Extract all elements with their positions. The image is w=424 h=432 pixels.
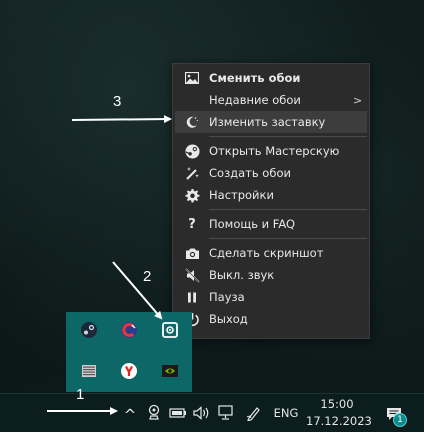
battery-icon[interactable] [168,403,188,423]
magic-wand-icon [175,166,209,181]
keyboard-icon[interactable] [80,362,98,380]
annotation-label-1: 1 [76,386,85,403]
menu-item-label: Настройки [209,188,274,202]
steam-icon [175,143,209,159]
arrow-2 [112,261,163,320]
menu-item-label: Выкл. звук [209,268,275,282]
menu-separator [209,136,367,137]
pause-icon [175,292,209,303]
menu-item-change-wallpaper[interactable]: Сменить обои [175,67,367,89]
volume-icon[interactable] [192,403,212,423]
menu-item-label: Сделать скриншот [209,246,324,260]
clock-date: 17.12.2023 [306,414,372,428]
moon-icon [175,115,209,129]
menu-item-open-workshop[interactable]: Открыть Мастерскую [175,140,367,162]
gear-icon [175,188,209,203]
camera-icon [175,247,209,260]
menu-item-settings[interactable]: Настройки [175,184,367,206]
annotation-label-3: 3 [113,93,122,110]
annotation-label-2: 2 [143,268,152,285]
webcam-icon[interactable] [145,403,163,423]
menu-separator [209,238,367,239]
arrow-3 [71,115,172,124]
menu-separator [209,209,367,210]
menu-item-screenshot[interactable]: Сделать скриншот [175,242,367,264]
chevron-up-icon: ^ [123,405,137,424]
clock[interactable]: 15:00 17.12.2023 [306,396,372,430]
menu-item-label: Недавние обои [209,93,301,107]
menu-item-label: Изменить заставку [209,115,326,129]
menu-item-help-faq[interactable]: ? Помощь и FAQ [175,213,367,235]
language-indicator[interactable]: ENG [270,403,302,423]
menu-item-pause[interactable]: Пауза [175,286,367,308]
notification-count-badge: 1 [393,413,407,427]
question-icon: ? [188,216,196,232]
mute-icon [175,267,209,283]
submenu-arrow-icon: > [353,93,363,107]
show-hidden-icons-button[interactable]: ^ [120,400,140,426]
menu-item-change-screensaver[interactable]: Изменить заставку [175,111,367,133]
wallpaper-engine-icon[interactable] [161,321,179,339]
menu-item-recent-wallpapers[interactable]: Недавние обои > [175,89,367,111]
image-icon [175,72,209,84]
menu-item-label: Сменить обои [209,71,301,85]
yandex-browser-icon[interactable] [120,362,138,380]
menu-item-mute[interactable]: Выкл. звук [175,264,367,286]
pen-icon[interactable] [244,403,264,423]
menu-item-label: Выход [209,312,248,326]
network-icon[interactable] [216,403,236,423]
menu-item-label: Помощь и FAQ [209,217,296,231]
steam-icon[interactable] [80,321,98,339]
menu-item-create-wallpaper[interactable]: Создать обои [175,162,367,184]
nvidia-icon[interactable] [161,362,179,380]
menu-item-label: Создать обои [209,166,291,180]
menu-item-label: Открыть Мастерскую [209,144,340,158]
clock-time: 15:00 [320,397,354,411]
notifications-button[interactable]: 1 [380,401,408,427]
menu-item-exit[interactable]: Выход [175,308,367,330]
tray-overflow-panel [66,312,192,392]
taskbar: ^ ENG 15:00 17.12.2023 1 [0,393,424,432]
menu-item-label: Пауза [209,290,245,304]
context-menu: Сменить обои Недавние обои > Изменить за… [172,63,370,339]
ccleaner-icon[interactable] [120,321,138,339]
